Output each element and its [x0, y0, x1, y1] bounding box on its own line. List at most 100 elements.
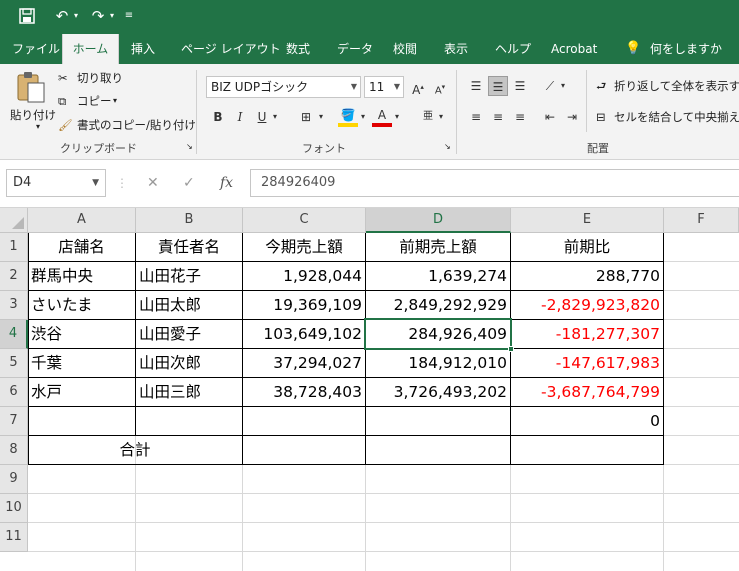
- cell-d2[interactable]: 1,639,274: [366, 262, 510, 291]
- formula-input[interactable]: 284926409: [250, 169, 739, 197]
- cell-c1[interactable]: 今期売上額: [243, 233, 365, 262]
- row-header[interactable]: 10: [0, 494, 28, 523]
- column-header-f[interactable]: F: [664, 208, 739, 233]
- cell-a4[interactable]: 渋谷: [28, 320, 135, 349]
- cell-e6[interactable]: -3,687,764,799: [511, 378, 663, 407]
- italic-icon[interactable]: I: [230, 107, 250, 127]
- cell-e1[interactable]: 前期比: [511, 233, 663, 262]
- underline-icon[interactable]: U: [252, 107, 272, 127]
- chevron-down-icon[interactable]: ▾: [316, 107, 326, 127]
- row-header[interactable]: 4: [0, 320, 28, 349]
- column-header-d[interactable]: D: [366, 208, 511, 233]
- tab-file[interactable]: ファイル: [12, 34, 60, 64]
- increase-indent-icon[interactable]: ⇥: [562, 107, 582, 127]
- row-header[interactable]: 5: [0, 349, 28, 378]
- cell-a5[interactable]: 千葉: [28, 349, 135, 378]
- font-launcher-icon[interactable]: ↘: [444, 142, 451, 152]
- row-header[interactable]: 6: [0, 378, 28, 407]
- tab-insert[interactable]: 挿入: [131, 34, 155, 64]
- redo-dropdown-icon[interactable]: ▾: [107, 6, 117, 26]
- chevron-down-icon[interactable]: ▾: [558, 76, 568, 96]
- cut-button[interactable]: 切り取り: [77, 69, 123, 87]
- fill-handle[interactable]: [508, 346, 514, 352]
- paste-dropdown-icon[interactable]: ▾: [36, 122, 40, 132]
- paste-icon[interactable]: [14, 70, 48, 109]
- insert-function-icon[interactable]: fx: [220, 169, 233, 197]
- cell-e4[interactable]: -181,277,307: [511, 320, 663, 349]
- decrease-indent-icon[interactable]: ⇤: [540, 107, 560, 127]
- tab-data[interactable]: データ: [337, 34, 373, 64]
- fill-color-icon[interactable]: 🪣: [338, 105, 358, 127]
- column-header-a[interactable]: A: [28, 208, 136, 233]
- cell-c3[interactable]: 19,369,109: [243, 291, 365, 320]
- clipboard-launcher-icon[interactable]: ↘: [186, 142, 193, 152]
- orientation-icon[interactable]: ⟋: [540, 76, 560, 96]
- cell-b3[interactable]: 山田太郎: [136, 291, 242, 320]
- cell-e2[interactable]: 288,770: [511, 262, 663, 291]
- cell-d6[interactable]: 3,726,493,202: [366, 378, 510, 407]
- cell-b5[interactable]: 山田次郎: [136, 349, 242, 378]
- tab-review[interactable]: 校閲: [393, 34, 417, 64]
- row-header[interactable]: 11: [0, 523, 28, 552]
- cell-a8-total-label[interactable]: 合計: [28, 436, 242, 465]
- column-header-b[interactable]: B: [136, 208, 243, 233]
- tell-me-search[interactable]: 何をしますか: [650, 34, 722, 64]
- chevron-down-icon[interactable]: ▾: [436, 107, 446, 127]
- customize-qat-icon[interactable]: ≡: [122, 6, 136, 26]
- tab-page-layout[interactable]: ページ レイアウト: [181, 34, 281, 64]
- column-header-e[interactable]: E: [511, 208, 664, 233]
- cell-c2[interactable]: 1,928,044: [243, 262, 365, 291]
- cell-e5[interactable]: -147,617,983: [511, 349, 663, 378]
- row-header[interactable]: 2: [0, 262, 28, 291]
- cell-b1[interactable]: 責任者名: [136, 233, 242, 262]
- copy-dropdown-icon[interactable]: ▾: [113, 92, 117, 110]
- decrease-font-icon[interactable]: A▾: [430, 77, 450, 97]
- copy-button[interactable]: コピー: [77, 92, 112, 110]
- tab-home[interactable]: ホーム: [62, 34, 119, 64]
- row-header[interactable]: 1: [0, 233, 28, 262]
- cell-d1[interactable]: 前期売上額: [366, 233, 510, 262]
- cell-a1[interactable]: 店舗名: [28, 233, 135, 262]
- paste-button[interactable]: 貼り付け: [10, 106, 56, 124]
- cell-a2[interactable]: 群馬中央: [28, 262, 135, 291]
- chevron-down-icon[interactable]: ▾: [392, 107, 402, 127]
- cancel-icon[interactable]: ✕: [147, 169, 159, 197]
- tab-view[interactable]: 表示: [444, 34, 468, 64]
- cell-e3[interactable]: -2,829,923,820: [511, 291, 663, 320]
- cell-c5[interactable]: 37,294,027: [243, 349, 365, 378]
- row-header[interactable]: 3: [0, 291, 28, 320]
- phonetic-guide-icon[interactable]: 亜: [418, 107, 438, 127]
- select-all-button[interactable]: [0, 208, 28, 233]
- row-header[interactable]: 9: [0, 465, 28, 494]
- wrap-text-button[interactable]: 折り返して全体を表示する: [614, 77, 739, 95]
- increase-font-icon[interactable]: A▴: [408, 77, 428, 97]
- align-middle-icon[interactable]: ☰: [488, 76, 508, 96]
- font-color-icon[interactable]: A: [372, 105, 392, 127]
- borders-icon[interactable]: ⊞: [296, 107, 316, 127]
- row-header[interactable]: 7: [0, 407, 28, 436]
- cell-d5[interactable]: 184,912,010: [366, 349, 510, 378]
- bold-icon[interactable]: B: [208, 107, 228, 127]
- align-center-icon[interactable]: ≡: [488, 107, 508, 127]
- save-icon[interactable]: [16, 6, 38, 26]
- tab-formulas[interactable]: 数式: [286, 34, 310, 64]
- align-right-icon[interactable]: ≡: [510, 107, 530, 127]
- font-name-combo[interactable]: BIZ UDPゴシック ▼: [206, 76, 361, 98]
- enter-icon[interactable]: ✓: [183, 169, 195, 197]
- cell-b6[interactable]: 山田三郎: [136, 378, 242, 407]
- undo-dropdown-icon[interactable]: ▾: [71, 6, 81, 26]
- cell-b4[interactable]: 山田愛子: [136, 320, 242, 349]
- chevron-down-icon[interactable]: ▾: [270, 107, 280, 127]
- column-header-c[interactable]: C: [243, 208, 366, 233]
- cell-a6[interactable]: 水戸: [28, 378, 135, 407]
- align-top-icon[interactable]: ☰: [466, 76, 486, 96]
- tab-acrobat[interactable]: Acrobat: [551, 34, 597, 64]
- cell-c4[interactable]: 103,649,102: [243, 320, 365, 349]
- cell-d3[interactable]: 2,849,292,929: [366, 291, 510, 320]
- row-header[interactable]: 8: [0, 436, 28, 465]
- cell-b2[interactable]: 山田花子: [136, 262, 242, 291]
- font-size-combo[interactable]: 11 ▼: [364, 76, 404, 98]
- align-left-icon[interactable]: ≡: [466, 107, 486, 127]
- cell-a3[interactable]: さいたま: [28, 291, 135, 320]
- tab-help[interactable]: ヘルプ: [495, 34, 531, 64]
